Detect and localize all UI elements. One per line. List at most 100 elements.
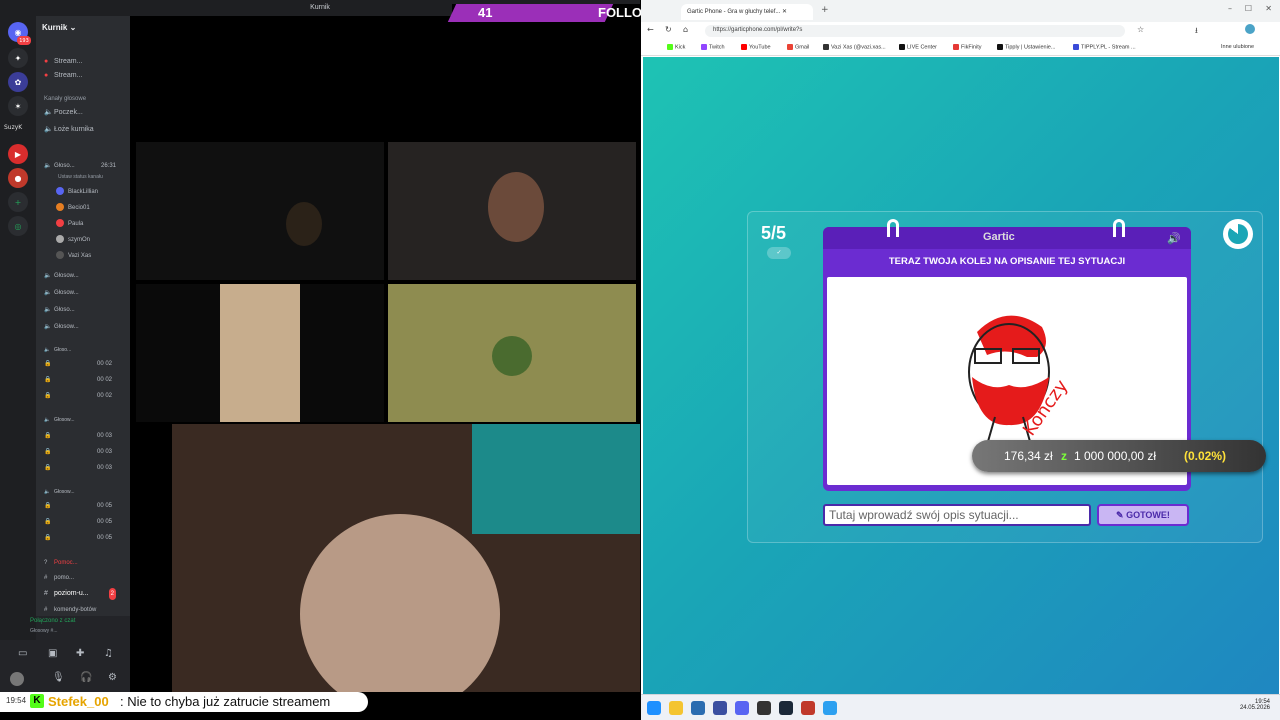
gartic-logo: Gartic xyxy=(983,231,1015,243)
text-channel[interactable]: # poziom-u... 2 xyxy=(44,588,124,600)
server-icon[interactable]: ● xyxy=(8,168,28,188)
voice-member[interactable]: BlackLillian xyxy=(56,186,122,198)
voice-member[interactable]: Vazi Xas xyxy=(56,250,122,262)
bookmark-other[interactable]: Inne ulubione xyxy=(1221,44,1254,50)
locked-channel[interactable]: 🔒 00 03 xyxy=(44,430,124,442)
server-icon[interactable]: ✶ xyxy=(8,96,28,116)
favorite-star-icon[interactable]: ☆ xyxy=(1137,25,1144,34)
locked-channel[interactable]: 🔒 00 03 xyxy=(44,462,124,474)
screen-share-icon[interactable]: ▣ xyxy=(48,648,57,659)
app-icon[interactable] xyxy=(713,701,727,715)
maximize-icon[interactable]: ☐ xyxy=(1245,4,1252,13)
video-tile[interactable] xyxy=(136,142,384,280)
server-icon[interactable]: ✦ xyxy=(8,48,28,68)
new-tab-icon[interactable]: + xyxy=(821,5,829,15)
close-icon[interactable]: ✕ xyxy=(1265,4,1272,13)
voice-sub-label[interactable]: Głosowy #... xyxy=(30,628,58,634)
explore-icon[interactable]: ◎ xyxy=(8,216,28,236)
text-channel[interactable]: # pomo... xyxy=(44,572,124,584)
active-voice-channel[interactable]: 🔈 Głoso... 26:31 xyxy=(44,160,124,172)
add-server-icon[interactable]: + xyxy=(8,192,28,212)
video-tile[interactable] xyxy=(136,284,384,422)
headphones-icon[interactable]: 🎧 xyxy=(80,672,92,683)
text-channel[interactable]: ● Stream... xyxy=(44,56,124,68)
bookmark-twitch[interactable]: Twitch xyxy=(701,44,725,50)
server-label: SuzyK xyxy=(4,124,23,131)
locked-channel[interactable]: 🔒 00 03 xyxy=(44,446,124,458)
description-input[interactable]: Tutaj wprowadź swój opis sytuacji... xyxy=(823,504,1091,526)
bookmark-live-center[interactable]: LIVE Center xyxy=(899,44,937,50)
locked-channel[interactable]: 🔒 00 02 xyxy=(44,358,124,370)
clock[interactable]: 19:54 24.05.2026 xyxy=(1240,699,1270,711)
participant-video xyxy=(488,172,544,242)
reload-icon[interactable]: ↻ xyxy=(665,25,672,34)
steam-icon[interactable] xyxy=(779,701,793,715)
chat-overlay: 19:54 K Stefek_00 : Nie to chyba już zat… xyxy=(0,692,368,712)
locked-channel[interactable]: 🔒 00 05 xyxy=(44,516,124,528)
help-category[interactable]: ? Pomoc... xyxy=(44,557,124,569)
locked-channel[interactable]: 🔒 00 02 xyxy=(44,374,124,386)
activities-icon[interactable]: ✚ xyxy=(76,648,84,659)
participant-video xyxy=(220,284,300,422)
million-percent: (0.02%) xyxy=(1184,449,1227,463)
voice-category[interactable]: 🔈 Głoso... xyxy=(44,344,124,356)
voice-category[interactable]: 🔈 Głosow... xyxy=(44,414,124,426)
clip-icon xyxy=(887,219,899,237)
file-explorer-icon[interactable] xyxy=(669,701,683,715)
url-bar[interactable]: https://garticphone.com/pl/write?s xyxy=(705,25,1125,37)
bookmark-vazi[interactable]: Vazi Xas (@vazi.xas... xyxy=(823,44,886,50)
discord-icon[interactable] xyxy=(735,701,749,715)
voice-channel[interactable]: 🔈 Głoso... xyxy=(44,304,124,316)
voice-category[interactable]: Kanały głosowe xyxy=(44,96,86,102)
sound-icon[interactable]: 🔊 xyxy=(1167,232,1181,245)
bookmark-gmail[interactable]: Gmail xyxy=(787,44,809,50)
voice-member[interactable]: szymOn xyxy=(56,234,122,246)
obs-icon[interactable] xyxy=(801,701,815,715)
bookmark-fikfinity[interactable]: FikFinity xyxy=(953,44,981,50)
done-button[interactable]: ✎ GOTOWE! xyxy=(1097,504,1189,526)
voice-category[interactable]: 🔈 Głosow... xyxy=(44,486,124,498)
profile-icon[interactable] xyxy=(1245,24,1255,34)
voice-member[interactable]: Paula xyxy=(56,218,122,230)
voice-channel[interactable]: 🔈 Głosow... xyxy=(44,321,124,333)
discord-home-icon[interactable]: ◉ 193 xyxy=(8,22,31,45)
user-avatar[interactable] xyxy=(10,672,24,686)
video-tile[interactable] xyxy=(388,284,636,422)
locked-channel[interactable]: 🔒 00 05 xyxy=(44,500,124,512)
streamer-face xyxy=(300,514,500,692)
voice-member[interactable]: Becio01 xyxy=(56,202,122,214)
locked-channel[interactable]: 🔒 00 05 xyxy=(44,532,124,544)
edge-icon[interactable] xyxy=(647,701,661,715)
browser-tab[interactable]: Gartic Phone - Gra w głuchy telef... ✕ xyxy=(681,4,813,20)
voice-channel[interactable]: 🔈Łoże kurnika xyxy=(44,124,124,136)
bookmark-tipply[interactable]: Tipply | Ustawienie... xyxy=(997,44,1055,50)
locked-channel[interactable]: 🔒 00 02 xyxy=(44,390,124,402)
video-tile[interactable] xyxy=(388,142,636,280)
bookmark-kick[interactable]: Kick xyxy=(667,44,685,50)
settings-gear-icon[interactable]: ⚙ xyxy=(108,672,117,683)
voice-channel[interactable]: 🔈Poczek... xyxy=(44,107,124,119)
minimize-icon[interactable]: – xyxy=(1228,4,1232,13)
server-icon[interactable]: ✿ xyxy=(8,72,28,92)
million-target: 1 000 000,00 zł xyxy=(1074,449,1157,463)
downloads-icon[interactable]: ⭳ xyxy=(1195,25,1198,39)
text-channel[interactable]: # komendy-botów xyxy=(44,604,124,616)
instruction-title: TERAZ TWOJA KOLEJ NA OPISANIE TEJ SYTUAC… xyxy=(888,256,1126,267)
app-icon[interactable] xyxy=(757,701,771,715)
store-icon[interactable] xyxy=(691,701,705,715)
participant-avatar xyxy=(492,336,532,376)
channel-status[interactable]: Ustaw status kanału xyxy=(58,174,103,180)
browser-icon[interactable] xyxy=(823,701,837,715)
mic-icon[interactable]: 🎙 xyxy=(52,672,65,683)
server-name[interactable]: Kurnik ⌄ xyxy=(42,20,124,36)
bookmark-youtube[interactable]: YouTube xyxy=(741,44,771,50)
text-channel[interactable]: ● Stream... xyxy=(44,70,124,82)
home-icon[interactable]: ⌂ xyxy=(683,25,688,34)
bookmark-tipply-stream[interactable]: TIPPLY.PL - Stream ... xyxy=(1073,44,1136,50)
voice-channel[interactable]: 🔈 Głosow... xyxy=(44,270,124,282)
server-icon[interactable]: ▶ xyxy=(8,144,28,164)
soundboard-icon[interactable]: ♫ xyxy=(104,648,113,659)
voice-channel[interactable]: 🔈 Głosow... xyxy=(44,287,124,299)
camera-icon[interactable]: ▭ xyxy=(18,648,27,659)
back-icon[interactable]: ← xyxy=(647,25,654,34)
